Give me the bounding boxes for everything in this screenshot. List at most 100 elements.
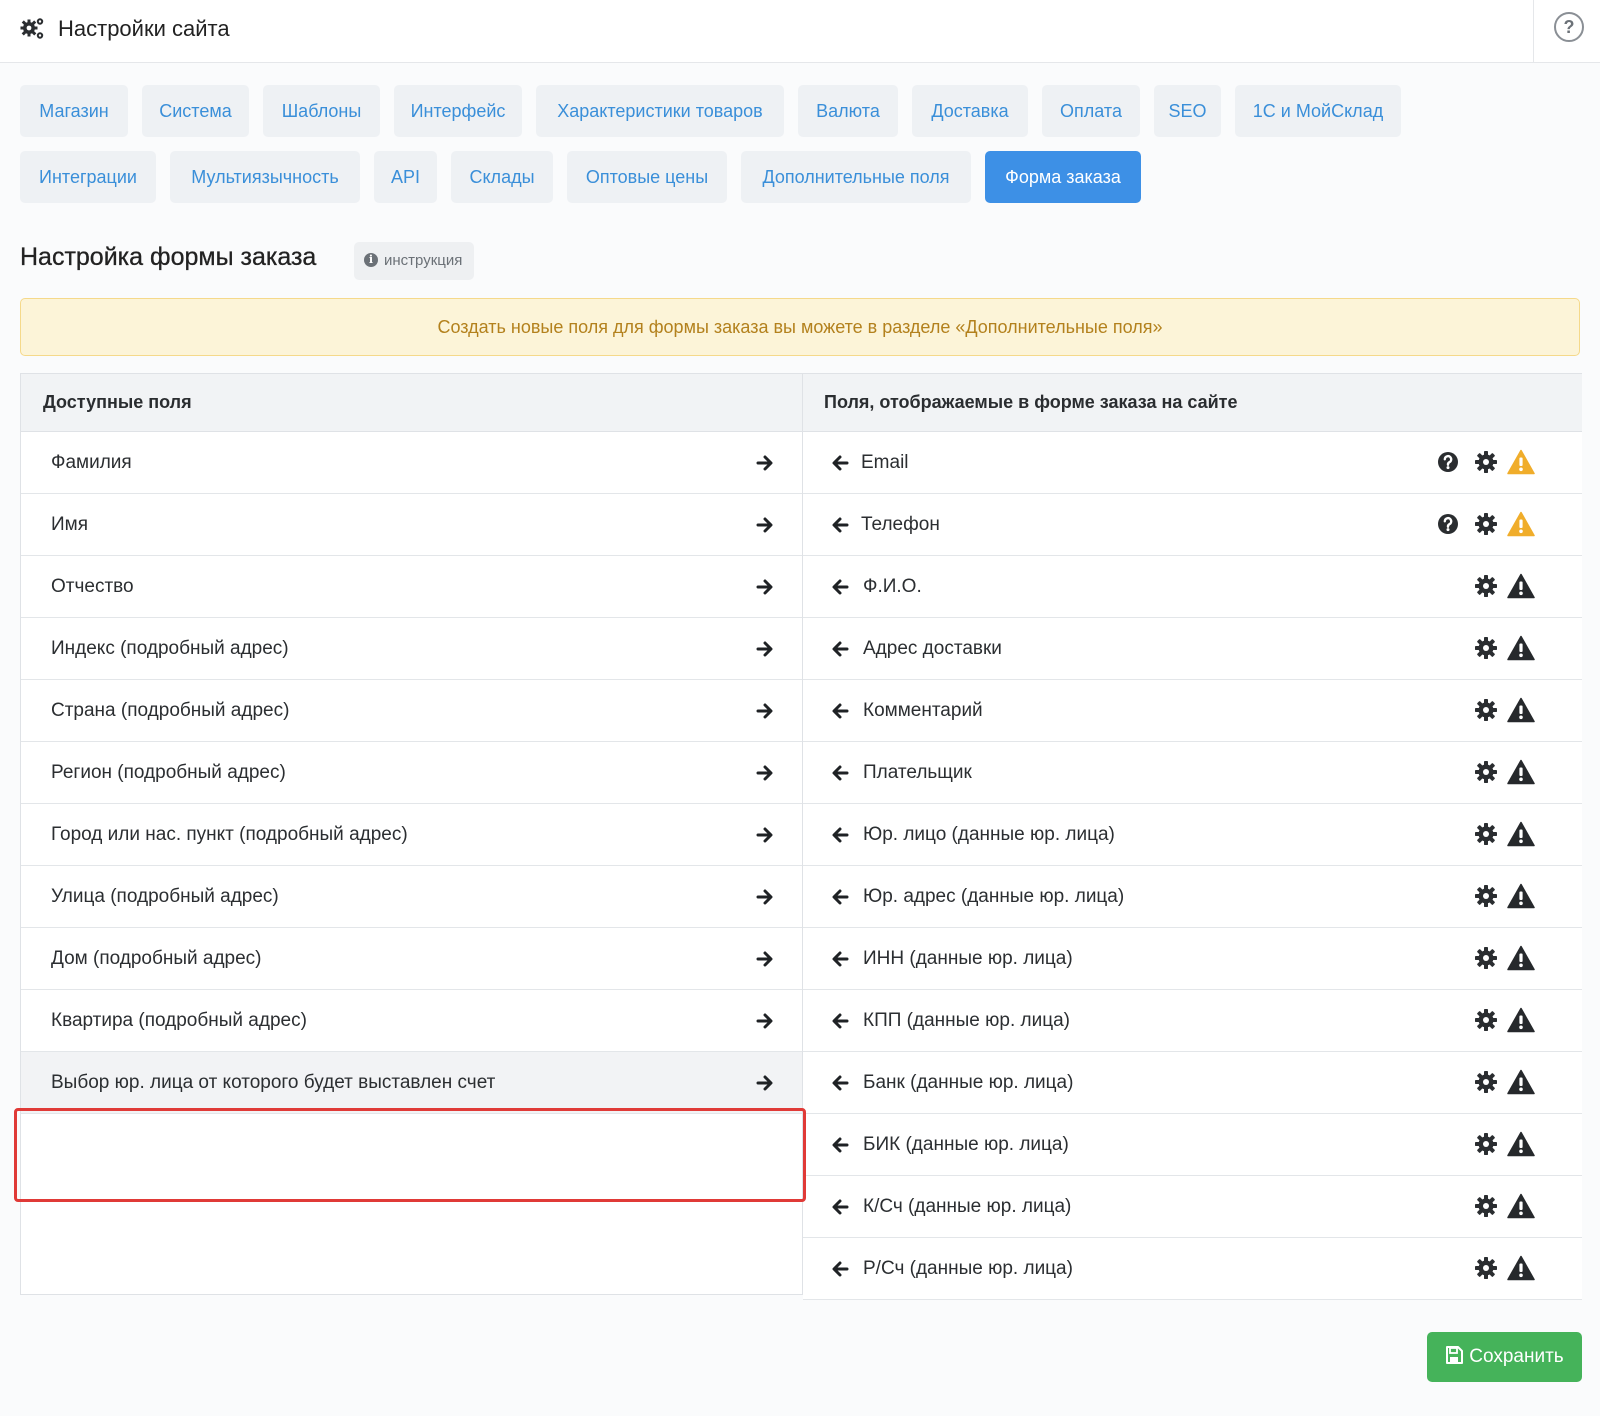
available-field-row[interactable]: Выбор юр. лица от которого будет выставл… [21,1052,802,1114]
arrow-left-icon[interactable] [829,1135,849,1155]
gear-icon[interactable] [1474,574,1498,598]
gear-icon[interactable] [1474,636,1498,660]
arrow-right-icon[interactable] [756,1073,776,1093]
available-field-row[interactable]: Индекс (подробный адрес) [21,618,802,680]
tab-10[interactable]: Интеграции [20,151,156,203]
displayed-field-row[interactable]: Адрес доставки [803,618,1582,680]
tab-15[interactable]: Дополнительные поля [741,151,971,203]
arrow-left-icon[interactable] [829,515,849,535]
arrow-right-icon[interactable] [756,577,776,597]
tab-16[interactable]: Форма заказа [985,151,1141,203]
available-field-row[interactable]: Отчество [21,556,802,618]
displayed-field-row[interactable]: Юр. лицо (данные юр. лица) [803,804,1582,866]
arrow-left-icon[interactable] [829,453,849,473]
displayed-field-row[interactable]: Ф.И.О. [803,556,1582,618]
displayed-field-row[interactable]: ИНН (данные юр. лица) [803,928,1582,990]
question-circle-icon[interactable]: ? [1554,12,1584,42]
save-button[interactable]: Сохранить [1427,1332,1582,1382]
arrow-right-icon[interactable] [756,701,776,721]
tab-9[interactable]: 1С и МойСклад [1235,85,1401,137]
tab-8[interactable]: SEO [1154,85,1221,137]
arrow-right-icon[interactable] [756,887,776,907]
tab-4[interactable]: Характеристики товаров [536,85,784,137]
displayed-field-row[interactable]: БИК (данные юр. лица) [803,1114,1582,1176]
arrow-right-icon[interactable] [756,949,776,969]
available-field-row[interactable]: Квартира (подробный адрес) [21,990,802,1052]
arrow-left-icon[interactable] [829,577,849,597]
arrow-left-icon[interactable] [829,1197,849,1217]
instruction-button[interactable]: i инструкция [354,242,475,280]
displayed-field-row[interactable]: КПП (данные юр. лица) [803,990,1582,1052]
gear-icon[interactable] [1474,512,1498,536]
arrow-left-icon[interactable] [829,763,849,783]
warning-icon[interactable] [1507,1193,1535,1219]
warning-icon[interactable] [1507,1131,1535,1157]
gear-icon[interactable] [1474,1070,1498,1094]
warning-icon[interactable] [1507,1255,1535,1281]
arrow-left-icon[interactable] [829,1259,849,1279]
warning-icon[interactable] [1507,697,1535,723]
tab-13[interactable]: Склады [451,151,553,203]
available-field-row[interactable]: Улица (подробный адрес) [21,866,802,928]
arrow-right-icon[interactable] [756,763,776,783]
tab-0[interactable]: Магазин [20,85,128,137]
warning-icon[interactable] [1507,1069,1535,1095]
tab-2[interactable]: Шаблоны [263,85,380,137]
warning-icon[interactable] [1507,883,1535,909]
warning-icon[interactable] [1507,573,1535,599]
displayed-field-row[interactable]: Юр. адрес (данные юр. лица) [803,866,1582,928]
gear-icon[interactable] [1474,946,1498,970]
displayed-field-row[interactable]: Телефон [803,494,1582,556]
warning-icon[interactable] [1507,449,1535,475]
arrow-right-icon[interactable] [756,453,776,473]
arrow-left-icon[interactable] [829,1011,849,1031]
displayed-field-row[interactable]: Email [803,432,1582,494]
available-field-row[interactable]: Фамилия [21,432,802,494]
tab-3[interactable]: Интерфейс [394,85,522,137]
displayed-field-row[interactable]: Банк (данные юр. лица) [803,1052,1582,1114]
gear-icon[interactable] [1474,1008,1498,1032]
gear-icon[interactable] [1474,1256,1498,1280]
warning-icon[interactable] [1507,1007,1535,1033]
arrow-left-icon[interactable] [829,949,849,969]
gear-icon[interactable] [1474,450,1498,474]
gear-icon[interactable] [1474,1194,1498,1218]
gear-icon[interactable] [1474,884,1498,908]
arrow-right-icon[interactable] [756,639,776,659]
arrow-left-icon[interactable] [829,1073,849,1093]
displayed-field-row[interactable]: Плательщик [803,742,1582,804]
warning-icon[interactable] [1507,635,1535,661]
arrow-right-icon[interactable] [756,515,776,535]
arrow-left-icon[interactable] [829,639,849,659]
displayed-field-row[interactable]: Р/Сч (данные юр. лица) [803,1238,1582,1300]
available-field-row[interactable]: Регион (подробный адрес) [21,742,802,804]
warning-icon[interactable] [1507,511,1535,537]
warning-icon[interactable] [1507,759,1535,785]
displayed-field-row[interactable]: Комментарий [803,680,1582,742]
available-field-row[interactable]: Дом (подробный адрес) [21,928,802,990]
arrow-right-icon[interactable] [756,825,776,845]
gear-icon[interactable] [1474,760,1498,784]
available-field-row[interactable]: Город или нас. пункт (подробный адрес) [21,804,802,866]
warning-icon[interactable] [1507,821,1535,847]
arrow-left-icon[interactable] [829,825,849,845]
tab-6[interactable]: Доставка [912,85,1028,137]
question-icon[interactable] [1436,512,1460,536]
tab-7[interactable]: Оплата [1042,85,1140,137]
arrow-right-icon[interactable] [756,1011,776,1031]
arrow-left-icon[interactable] [829,887,849,907]
tab-5[interactable]: Валюта [798,85,898,137]
gear-icon[interactable] [1474,698,1498,722]
gear-icon[interactable] [1474,822,1498,846]
warning-icon[interactable] [1507,945,1535,971]
tab-1[interactable]: Система [142,85,249,137]
available-field-row[interactable]: Страна (подробный адрес) [21,680,802,742]
gear-icon[interactable] [1474,1132,1498,1156]
tab-11[interactable]: Мультиязычность [170,151,360,203]
arrow-left-icon[interactable] [829,701,849,721]
tab-12[interactable]: API [374,151,437,203]
displayed-field-row[interactable]: К/Сч (данные юр. лица) [803,1176,1582,1238]
question-icon[interactable] [1436,450,1460,474]
available-field-row[interactable]: Имя [21,494,802,556]
tab-14[interactable]: Оптовые цены [567,151,727,203]
